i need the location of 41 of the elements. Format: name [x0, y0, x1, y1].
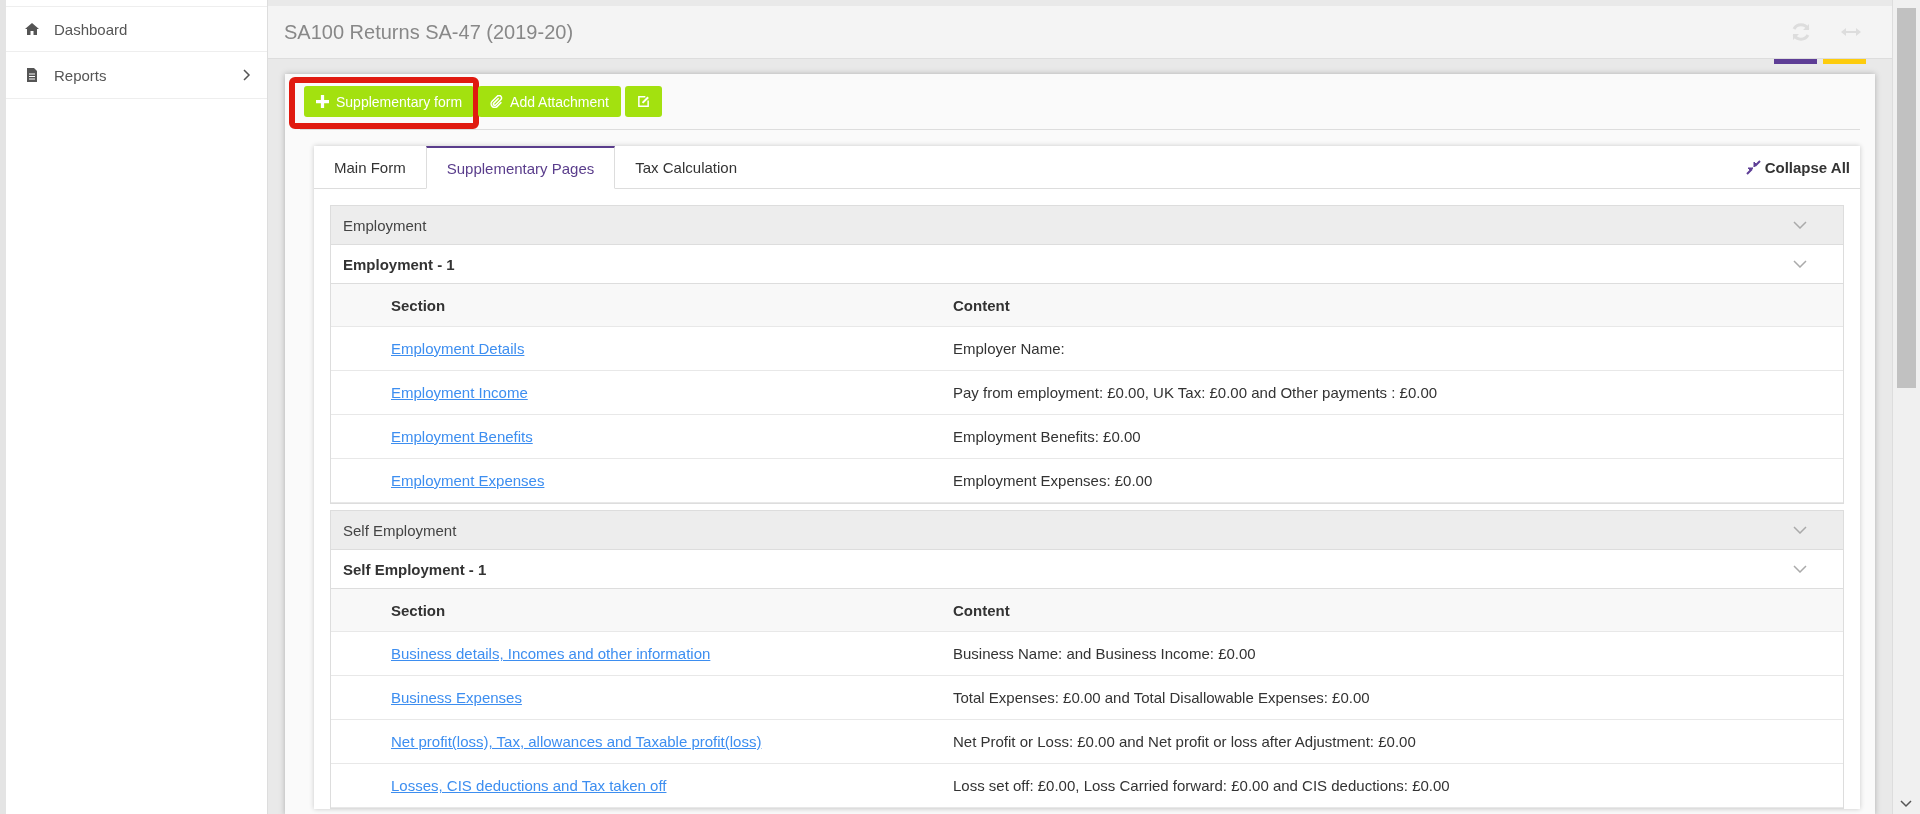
- compress-arrows-icon: [1745, 159, 1761, 175]
- content-text: Total Expenses: £0.00 and Total Disallowable Expenses: £0.00: [953, 689, 1370, 706]
- group-header[interactable]: Self Employment: [331, 511, 1843, 550]
- group-title: Self Employment: [343, 521, 457, 539]
- document-icon: [24, 67, 40, 83]
- chevron-down-icon[interactable]: [1793, 526, 1807, 534]
- sidebar-item[interactable]: Reports: [6, 52, 267, 99]
- chevron-down-icon[interactable]: [1793, 260, 1807, 268]
- group-header[interactable]: Employment: [331, 206, 1843, 245]
- content-text: Business Name: and Business Income: £0.00: [953, 645, 1256, 662]
- edit-button[interactable]: [624, 86, 662, 117]
- page-title: SA100 Returns SA-47 (2019-20): [284, 20, 574, 44]
- edit-icon: [636, 95, 650, 108]
- paperclip-icon: [490, 95, 504, 108]
- column-header: Content: [953, 296, 1010, 314]
- column-header: Section: [391, 601, 446, 619]
- accent-bar: [1774, 59, 1817, 64]
- content-text: Pay from employment: £0.00, UK Tax: £0.00 and Other payments : £0.00: [953, 384, 1438, 401]
- content-text: Loss set off: £0.00, Loss Carried forward: £0.00 and CIS deductions: £0.00: [953, 777, 1450, 794]
- entry-title: Self Employment - 1: [343, 560, 487, 578]
- sidebar-item[interactable]: Dashboard: [6, 6, 267, 52]
- plus-icon: [316, 95, 329, 108]
- chevron-down-icon[interactable]: [1793, 221, 1807, 229]
- column-header: Content: [953, 601, 1010, 619]
- column-header: Section: [391, 296, 446, 314]
- tab[interactable]: Main Form: [314, 146, 426, 188]
- tab[interactable]: Tax Calculation: [615, 146, 757, 188]
- content-text: Employer Name:: [953, 340, 1065, 357]
- entry-title: Employment - 1: [343, 255, 455, 273]
- accent-bar: [1823, 59, 1866, 64]
- chevron-down-icon[interactable]: [1793, 565, 1807, 573]
- content-text: Employment Expenses: £0.00: [953, 472, 1153, 489]
- content-text: Employment Benefits: £0.00: [953, 428, 1141, 445]
- group-title: Employment: [343, 216, 427, 234]
- scrollbar[interactable]: [1892, 0, 1920, 814]
- scroll-down-icon[interactable]: [1900, 800, 1912, 808]
- collapse-all-button[interactable]: Collapse All: [1739, 157, 1860, 177]
- home-icon: [24, 21, 40, 37]
- chevron-right-icon: [243, 69, 251, 81]
- content-text: Net Profit or Loss: £0.00 and Net profit or loss after Adjustment: £0.00: [953, 733, 1416, 750]
- tab[interactable]: Supplementary Pages: [425, 146, 616, 189]
